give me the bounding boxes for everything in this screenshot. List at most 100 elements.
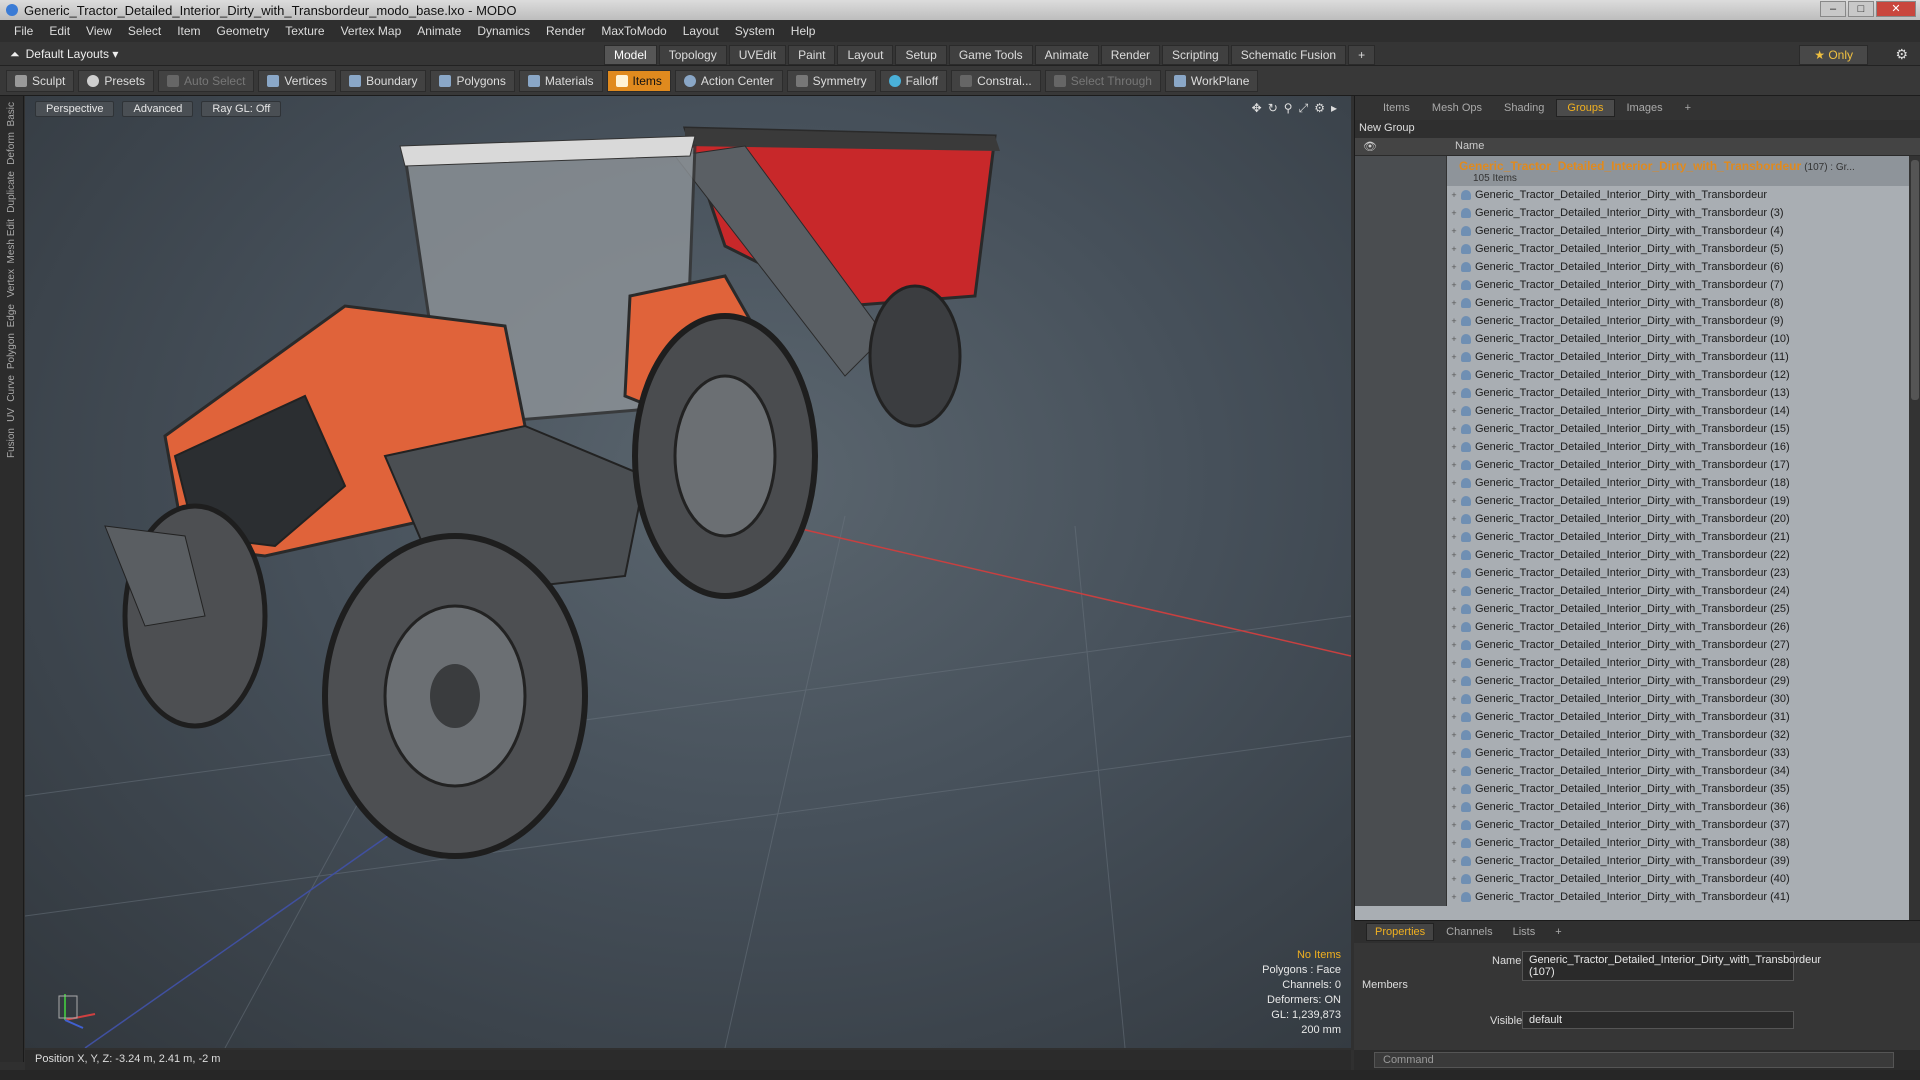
list-item[interactable]: + Generic_Tractor_Detailed_Interior_Dirty… (1355, 834, 1909, 852)
list-item[interactable]: + Generic_Tractor_Detailed_Interior_Dirty… (1355, 258, 1909, 276)
list-item[interactable]: + Generic_Tractor_Detailed_Interior_Dirty… (1355, 240, 1909, 258)
tab-scripting[interactable]: Scripting (1162, 45, 1229, 65)
list-item[interactable]: + Generic_Tractor_Detailed_Interior_Dirty… (1355, 870, 1909, 888)
list-item[interactable]: + Generic_Tractor_Detailed_Interior_Dirty… (1355, 798, 1909, 816)
list-item[interactable]: + Generic_Tractor_Detailed_Interior_Dirty… (1355, 510, 1909, 528)
tab-layout[interactable]: Layout (837, 45, 894, 65)
raygl-toggle[interactable]: Ray GL: Off (201, 101, 282, 117)
panel-tab-add[interactable]: + (1675, 100, 1701, 116)
list-item[interactable]: + Generic_Tractor_Detailed_Interior_Dirty… (1355, 546, 1909, 564)
left-tab-deform[interactable]: Deform (6, 132, 17, 165)
list-item[interactable]: + Generic_Tractor_Detailed_Interior_Dirty… (1355, 384, 1909, 402)
zoom-icon[interactable]: ⚲ (1284, 101, 1293, 116)
layout-selector[interactable]: ⏶ Default Layouts ▾ (10, 46, 118, 62)
name-column-header[interactable]: Name (1455, 140, 1484, 152)
left-tab-edge[interactable]: Edge (6, 304, 17, 327)
left-tab-polygon[interactable]: Polygon (6, 333, 17, 369)
menu-maxtomodo[interactable]: MaxToModo (593, 24, 674, 38)
visible-dropdown[interactable]: default (1522, 1011, 1794, 1029)
list-item[interactable]: + Generic_Tractor_Detailed_Interior_Dirty… (1355, 762, 1909, 780)
polygons-button[interactable]: Polygons (430, 69, 515, 92)
items-button[interactable]: Items (606, 69, 671, 92)
auto-select-button[interactable]: Auto Select (158, 69, 255, 92)
left-tab-fusion[interactable]: Fusion (6, 428, 17, 458)
new-group-button[interactable]: New Group (1355, 120, 1920, 138)
action-center-button[interactable]: Action Center (674, 69, 783, 92)
list-item[interactable]: + Generic_Tractor_Detailed_Interior_Dirty… (1355, 222, 1909, 240)
list-item[interactable]: + Generic_Tractor_Detailed_Interior_Dirty… (1355, 456, 1909, 474)
list-item[interactable]: + Generic_Tractor_Detailed_Interior_Dirty… (1355, 564, 1909, 582)
menu-geometry[interactable]: Geometry (209, 24, 278, 38)
menu-texture[interactable]: Texture (277, 24, 332, 38)
properties-tab-lists[interactable]: Lists (1505, 924, 1544, 940)
list-item[interactable]: + Generic_Tractor_Detailed_Interior_Dirty… (1355, 852, 1909, 870)
list-item[interactable]: + Generic_Tractor_Detailed_Interior_Dirty… (1355, 294, 1909, 312)
sculpt-button[interactable]: Sculpt (6, 69, 75, 92)
symmetry-button[interactable]: Symmetry (786, 69, 876, 92)
close-button[interactable]: ✕ (1876, 1, 1916, 17)
list-item[interactable]: + Generic_Tractor_Detailed_Interior_Dirty… (1355, 816, 1909, 834)
menu-file[interactable]: File (6, 24, 41, 38)
constraints-button[interactable]: Constrai... (951, 69, 1041, 92)
tab-topology[interactable]: Topology (658, 45, 727, 65)
properties-tab-add[interactable]: + (1547, 924, 1569, 940)
boundary-button[interactable]: Boundary (340, 69, 427, 92)
tab-setup[interactable]: Setup (895, 45, 947, 65)
workplane-button[interactable]: WorkPlane (1164, 69, 1259, 92)
list-item[interactable]: + Generic_Tractor_Detailed_Interior_Dirty… (1355, 654, 1909, 672)
layout-collapse-icon[interactable]: ⏶ (10, 47, 20, 62)
menu-vertex-map[interactable]: Vertex Map (333, 24, 410, 38)
falloff-button[interactable]: Falloff (879, 69, 948, 92)
list-item[interactable]: + Generic_Tractor_Detailed_Interior_Dirty… (1355, 402, 1909, 420)
tree-scrollbar[interactable] (1909, 156, 1920, 920)
scrollbar-thumb[interactable] (1911, 160, 1919, 400)
menu-item[interactable]: Item (169, 24, 208, 38)
tab-add[interactable]: + (1348, 45, 1376, 65)
3d-viewport[interactable]: Perspective Advanced Ray GL: Off ✥ ↻ ⚲ ⤢… (25, 96, 1351, 1048)
list-item[interactable]: + Generic_Tractor_Detailed_Interior_Dirty… (1355, 708, 1909, 726)
list-item[interactable]: + Generic_Tractor_Detailed_Interior_Dirty… (1355, 276, 1909, 294)
left-tab-uv[interactable]: UV (6, 408, 17, 422)
menu-layout[interactable]: Layout (675, 24, 727, 38)
advanced-shading-button[interactable]: Advanced (122, 101, 194, 117)
properties-tab-properties[interactable]: Properties (1366, 923, 1435, 941)
group-name-field[interactable]: Generic_Tractor_Detailed_Interior_Dirty_… (1522, 951, 1821, 981)
left-tab-basic[interactable]: Basic (6, 102, 17, 126)
list-item[interactable]: + Generic_Tractor_Detailed_Interior_Dirty… (1355, 204, 1909, 222)
group-row[interactable]: Generic_Tractor_Detailed_Interior_Dirty_… (1355, 156, 1909, 186)
list-item[interactable]: + Generic_Tractor_Detailed_Interior_Dirty… (1355, 474, 1909, 492)
list-item[interactable]: + Generic_Tractor_Detailed_Interior_Dirty… (1355, 492, 1909, 510)
list-item[interactable]: + Generic_Tractor_Detailed_Interior_Dirty… (1355, 330, 1909, 348)
tab-uvedit[interactable]: UVEdit (728, 45, 787, 65)
command-input[interactable]: Command (1374, 1052, 1894, 1068)
list-item[interactable]: + Generic_Tractor_Detailed_Interior_Dirty… (1355, 690, 1909, 708)
list-item[interactable]: + Generic_Tractor_Detailed_Interior_Dirty… (1355, 582, 1909, 600)
perspective-view-button[interactable]: Perspective (35, 101, 115, 117)
list-item[interactable]: + Generic_Tractor_Detailed_Interior_Dirty… (1355, 726, 1909, 744)
list-item[interactable]: + Generic_Tractor_Detailed_Interior_Dirty… (1355, 600, 1909, 618)
list-item[interactable]: + Generic_Tractor_Detailed_Interior_Dirty… (1355, 186, 1909, 204)
list-item[interactable]: + Generic_Tractor_Detailed_Interior_Dirty… (1355, 672, 1909, 690)
minimize-button[interactable]: – (1820, 1, 1846, 17)
list-item[interactable]: + Generic_Tractor_Detailed_Interior_Dirty… (1355, 618, 1909, 636)
menu-dynamics[interactable]: Dynamics (469, 24, 538, 38)
viewport-settings-icon[interactable]: ⚙ (1314, 101, 1325, 116)
tab-game-tools[interactable]: Game Tools (948, 45, 1033, 65)
maximize-button[interactable]: □ (1848, 1, 1874, 17)
panel-tab-items[interactable]: Items (1373, 100, 1420, 116)
list-item[interactable]: + Generic_Tractor_Detailed_Interior_Dirty… (1355, 636, 1909, 654)
fit-icon[interactable]: ⤢ (1299, 101, 1309, 116)
properties-tab-channels[interactable]: Channels (1438, 924, 1500, 940)
visibility-column-icon[interactable]: 👁 (1363, 140, 1377, 153)
list-item[interactable]: + Generic_Tractor_Detailed_Interior_Dirty… (1355, 366, 1909, 384)
menu-view[interactable]: View (78, 24, 120, 38)
menu-render[interactable]: Render (538, 24, 593, 38)
members-section[interactable]: Members (1362, 979, 1408, 991)
tab-render[interactable]: Render (1100, 45, 1161, 65)
list-item[interactable]: + Generic_Tractor_Detailed_Interior_Dirty… (1355, 528, 1909, 546)
pan-icon[interactable]: ✥ (1252, 101, 1262, 116)
select-through-button[interactable]: Select Through (1044, 69, 1161, 92)
panel-tab-mesh-ops[interactable]: Mesh Ops (1422, 100, 1492, 116)
settings-gear-icon[interactable]: ⚙ (1895, 46, 1908, 63)
menu-edit[interactable]: Edit (41, 24, 78, 38)
